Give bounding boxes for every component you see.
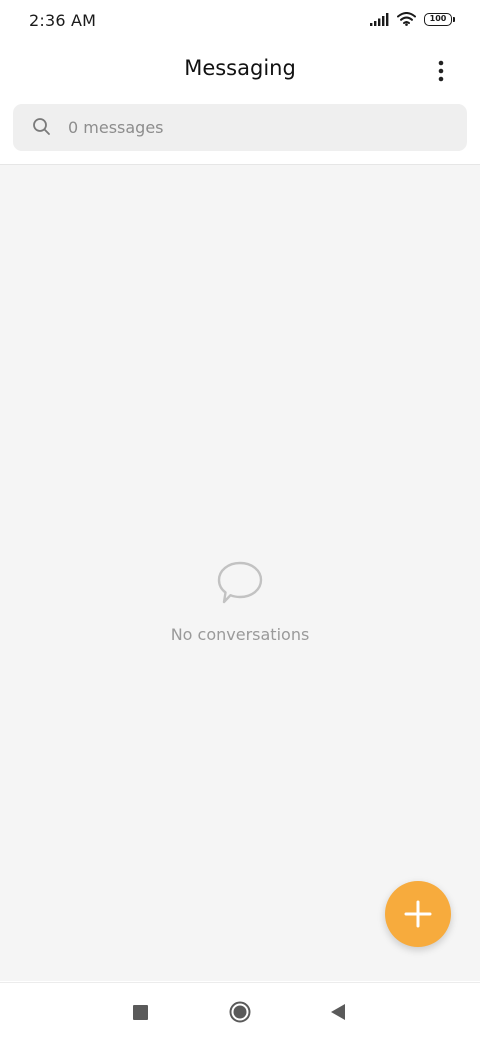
search-icon [33, 118, 50, 135]
plus-icon [404, 900, 432, 928]
new-message-button[interactable] [385, 881, 451, 947]
more-options-button[interactable] [424, 54, 458, 88]
battery-level: 100 [429, 14, 447, 23]
page-title: Messaging [184, 56, 296, 80]
app-header: Messaging [0, 44, 480, 96]
speech-bubble-icon [217, 561, 263, 604]
back-triangle-icon[interactable] [330, 1003, 346, 1021]
home-circle-icon[interactable] [229, 1001, 251, 1023]
search-placeholder: 0 messages [68, 118, 164, 137]
more-vertical-icon [438, 60, 444, 82]
search-input[interactable]: 0 messages [13, 104, 467, 151]
wifi-icon [397, 12, 416, 26]
status-icons: 100 [370, 12, 455, 26]
battery-icon: 100 [424, 12, 455, 26]
navigation-bar [0, 982, 480, 1040]
empty-state-text: No conversations [170, 625, 310, 644]
recents-square-icon[interactable] [133, 1005, 148, 1020]
status-bar: 2:36 AM 100 [0, 0, 480, 44]
signal-icon [370, 12, 389, 26]
conversation-list: No conversations [0, 165, 480, 981]
status-time: 2:36 AM [29, 11, 97, 30]
